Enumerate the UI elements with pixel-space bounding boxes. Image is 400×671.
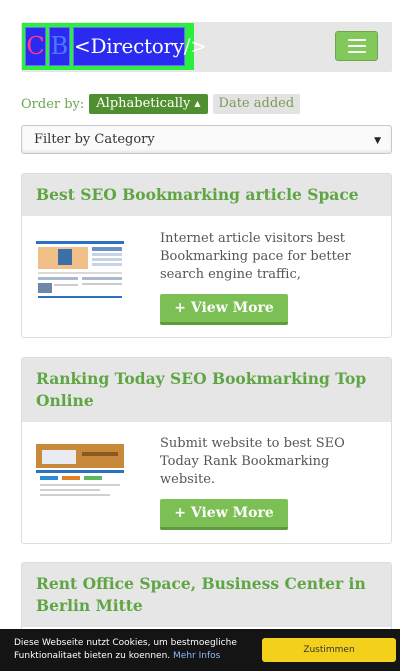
cookie-message: Diese Webseite nutzt Cookies, um bestmoe… [14, 637, 254, 663]
listing-card: Best SEO Bookmarking article Space Inter… [21, 173, 392, 338]
order-by-bar: Order by: Alphabetically ▲ Date added [21, 94, 301, 114]
listing-card: Ranking Today SEO Bookmarking Top Online… [21, 357, 392, 544]
logo-letter-b: B [49, 27, 70, 66]
listing-thumbnail-image[interactable] [36, 444, 124, 504]
view-more-button[interactable]: + View More [160, 499, 288, 530]
category-filter-select[interactable]: Filter by Category ▼ [21, 125, 392, 154]
listing-description: Submit website to best SEO Today Rank Bo… [160, 436, 345, 487]
hamburger-icon-bar [347, 45, 366, 47]
listing-thumbnail-image[interactable] [36, 239, 124, 301]
listing-title[interactable]: Best SEO Bookmarking article Space [22, 174, 391, 216]
logo-letter-c: C [25, 27, 46, 66]
hamburger-menu-button[interactable] [335, 31, 378, 61]
listing-body: Submit website to best SEO Today Rank Bo… [22, 422, 391, 543]
cookie-more-info-link[interactable]: Mehr Infos [173, 651, 220, 661]
order-alphabetically-button[interactable]: Alphabetically ▲ [89, 94, 208, 114]
logo-directory-text: <Directory/> [73, 27, 207, 66]
category-filter-value: Filter by Category [34, 132, 155, 147]
order-by-label: Order by: [21, 96, 85, 112]
hamburger-icon-bar [347, 39, 366, 41]
site-logo[interactable]: C B <Directory/> [22, 23, 207, 70]
dropdown-arrow-icon: ▼ [374, 136, 381, 146]
order-alphabetically-label: Alphabetically [96, 96, 191, 111]
cookie-accept-button[interactable]: Zustimmen [262, 638, 396, 662]
listing-description: Internet article visitors best Bookmarki… [160, 231, 351, 282]
cookie-consent-bar: Diese Webseite nutzt Cookies, um bestmoe… [0, 629, 400, 671]
hamburger-icon-bar [347, 51, 366, 53]
order-date-added-button[interactable]: Date added [212, 94, 301, 114]
listing-title[interactable]: Ranking Today SEO Bookmarking Top Online [22, 358, 391, 422]
listing-body: Internet article visitors best Bookmarki… [22, 216, 391, 337]
view-more-button[interactable]: + View More [160, 294, 288, 325]
site-header: C B <Directory/> [21, 22, 392, 72]
listing-title[interactable]: Rent Office Space, Business Center in Be… [22, 563, 391, 627]
caret-up-icon: ▲ [194, 99, 201, 108]
